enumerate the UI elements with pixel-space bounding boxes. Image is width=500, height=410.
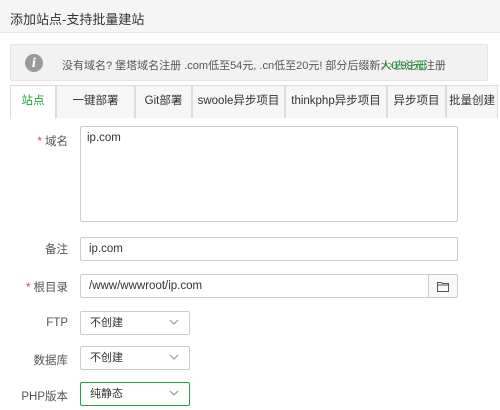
remark-input[interactable] <box>80 237 458 261</box>
domain-promo-notice: i 没有域名? 堡塔域名注册 .com低至54元, .cn低至20元! 部分后缀… <box>10 44 488 81</box>
php-version-select[interactable]: 纯静态 <box>80 382 190 406</box>
tab-git-deploy[interactable]: Git部署 <box>135 85 192 118</box>
domain-label: * 域名 <box>37 136 68 148</box>
root-dir-label: * 根目录 <box>26 282 68 294</box>
php-version-select-value: 纯静态 <box>90 388 123 400</box>
php-version-label: PHP版本 <box>21 391 68 403</box>
ftp-select-value: 不创建 <box>90 317 123 329</box>
chevron-down-icon <box>169 319 179 325</box>
ftp-select[interactable]: 不创建 <box>80 311 190 335</box>
root-dir-input[interactable] <box>80 274 429 298</box>
database-select[interactable]: 不创建 <box>80 346 190 370</box>
tab-swoole-project[interactable]: swoole异步项目 <box>192 85 285 118</box>
database-label: 数据库 <box>33 355 69 367</box>
tab-async-project[interactable]: 异步项目 <box>387 85 446 118</box>
domain-textarea[interactable]: ip.com <box>80 126 458 222</box>
dialog-titlebar: 添加站点-支持批量建站 <box>0 0 500 33</box>
tab-batch-create[interactable]: 批量创建 <box>446 85 498 118</box>
remark-label: 备注 <box>45 244 68 256</box>
folder-icon <box>436 281 449 292</box>
browse-folder-button[interactable] <box>428 274 458 298</box>
tab-site[interactable]: 站点 <box>10 85 56 119</box>
tab-bar: 站点 一键部署 Git部署 swoole异步项目 thinkphp异步项目 异步… <box>10 85 498 119</box>
dialog-title: 添加站点-支持批量建站 <box>10 12 145 27</box>
tab-thinkphp-project[interactable]: thinkphp异步项目 <box>285 85 387 118</box>
tab-one-click-deploy[interactable]: 一键部署 <box>56 85 135 118</box>
info-icon: i <box>25 54 43 72</box>
database-select-value: 不创建 <box>90 352 123 364</box>
chevron-down-icon <box>169 390 179 396</box>
register-link[interactable]: >>去注册 <box>381 57 427 73</box>
ftp-label: FTP <box>46 317 68 329</box>
chevron-down-icon <box>169 354 179 360</box>
